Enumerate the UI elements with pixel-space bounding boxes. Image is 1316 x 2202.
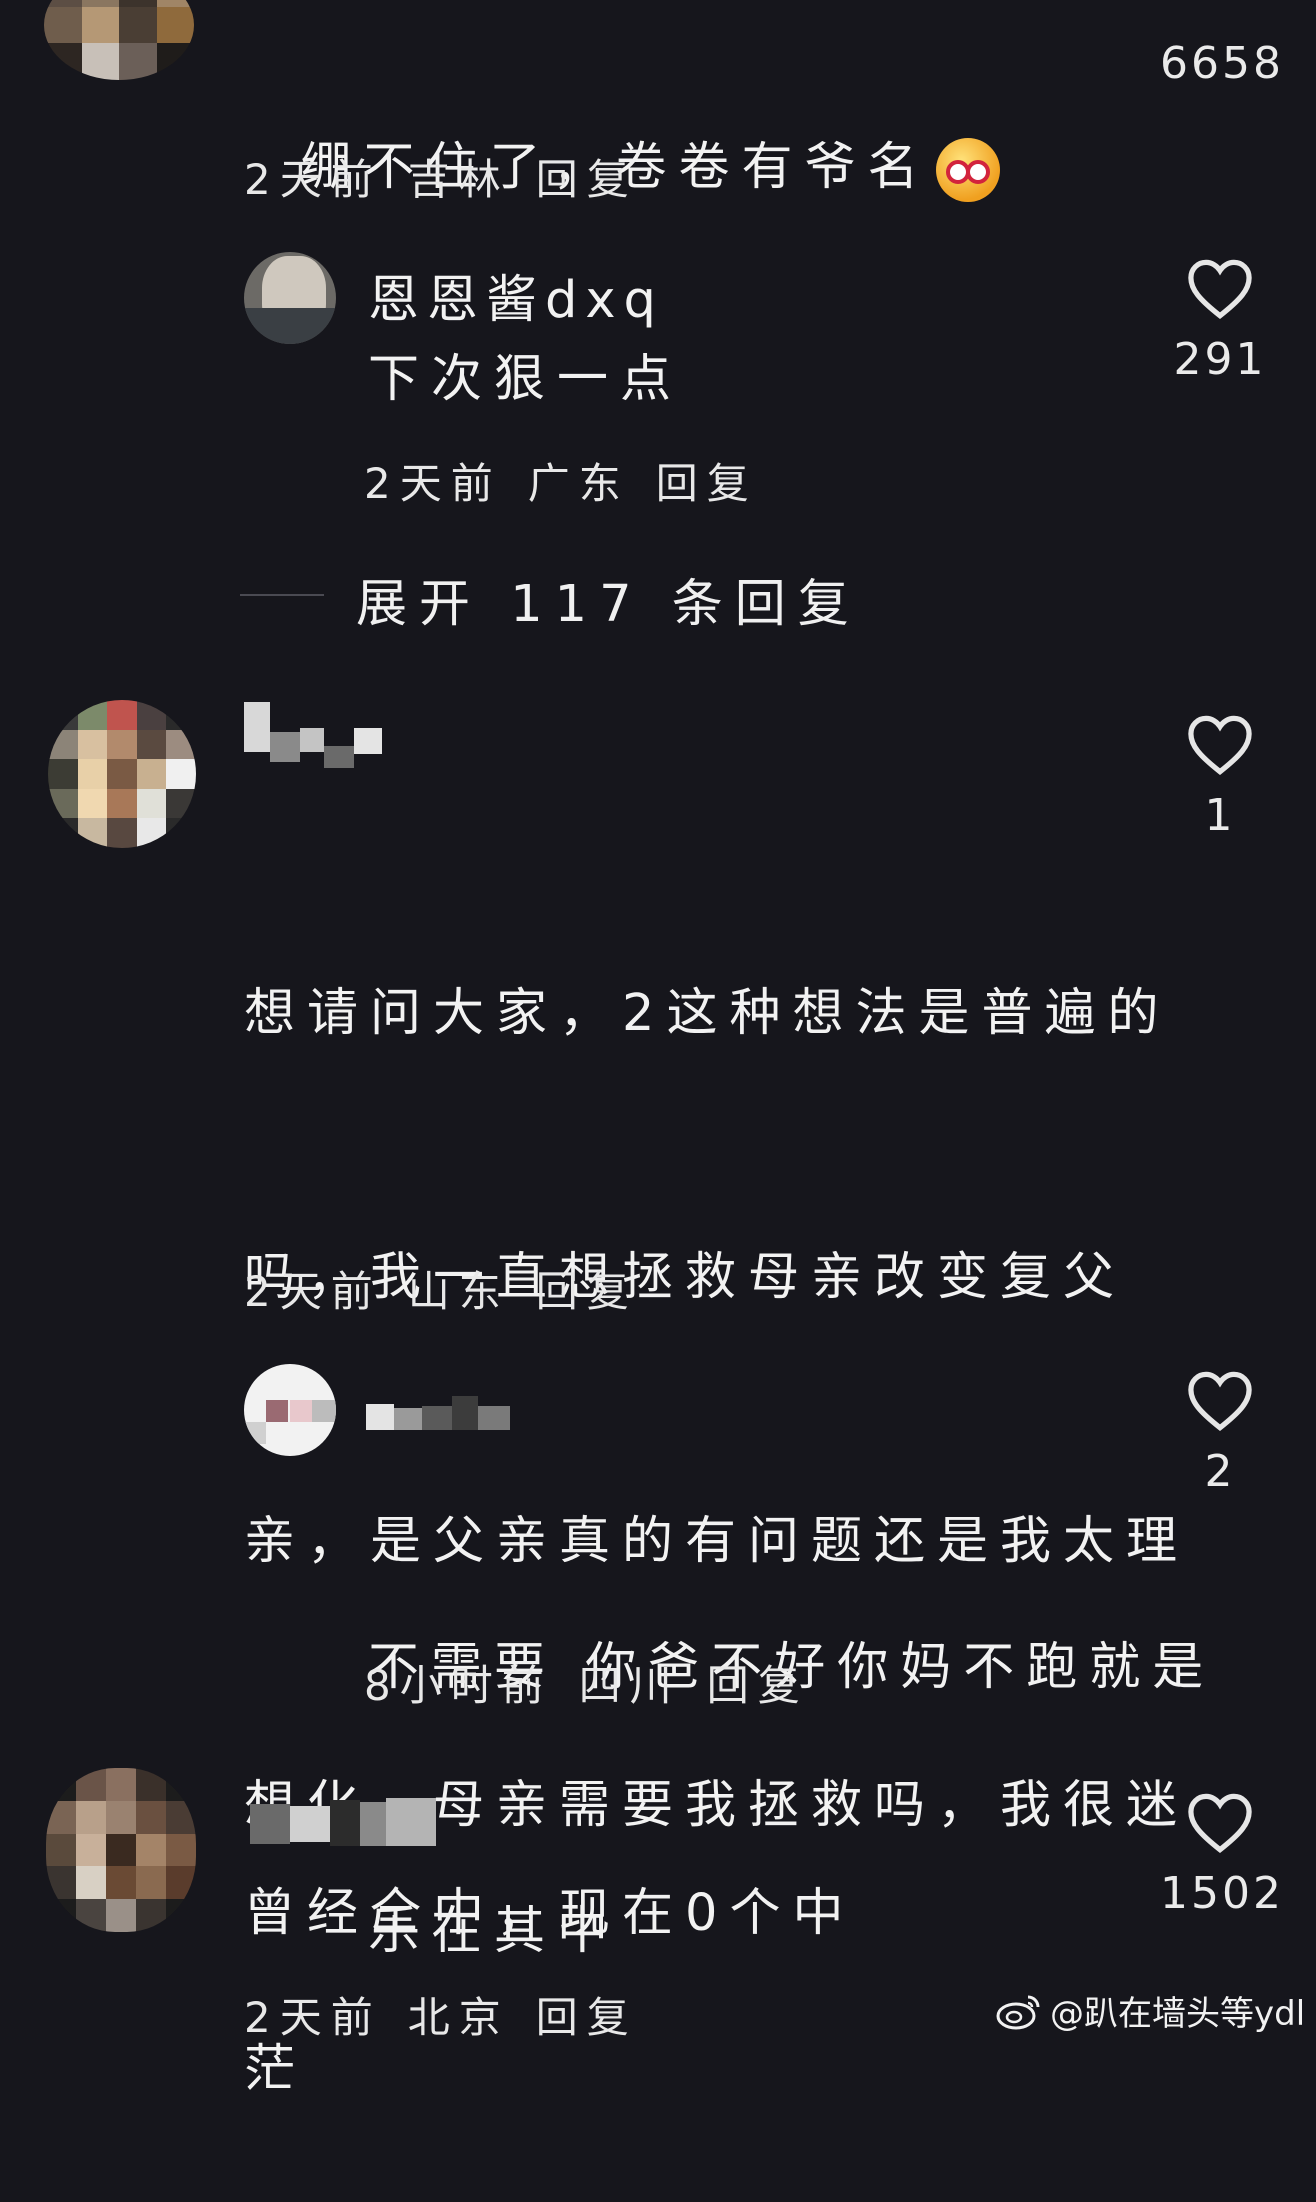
comment-meta: 2天前 山东 回复 xyxy=(244,1258,638,1319)
location: 山东 xyxy=(407,1267,510,1316)
heart-icon xyxy=(1188,715,1252,775)
like-button[interactable]: 1502 xyxy=(1160,1790,1284,1919)
like-button[interactable]: 2 xyxy=(1160,1368,1280,1497)
comment-meta: 2天前 吉林 回复 xyxy=(244,146,638,207)
like-count: 1502 xyxy=(1160,1868,1284,1919)
comment-line: 想请问大家，2这种想法是普遍的 xyxy=(244,984,1171,1043)
expand-divider xyxy=(240,594,324,596)
timestamp: 2天前 xyxy=(364,459,502,508)
like-button[interactable]: 291 xyxy=(1160,256,1280,385)
heart-icon xyxy=(1188,259,1252,319)
laughing-face-icon xyxy=(936,138,1001,202)
comment-text: 曾经全中，现在0个中 xyxy=(244,1884,856,1943)
weibo-logo-icon xyxy=(996,1995,1040,2029)
like-button[interactable]: 1 xyxy=(1160,712,1280,841)
like-counter[interactable]: 6658 xyxy=(1160,38,1284,89)
like-count: 2 xyxy=(1204,1446,1236,1497)
username-censored[interactable] xyxy=(244,702,382,768)
reply-button[interactable]: 回复 xyxy=(536,1258,638,1319)
comment-meta: 2天前 北京 回复 xyxy=(244,1984,638,2045)
reply-button[interactable]: 回复 xyxy=(656,450,758,511)
reply-text: 下次狠一点 xyxy=(368,350,684,409)
reply-button[interactable]: 回复 xyxy=(707,1652,809,1713)
like-count: 1 xyxy=(1204,790,1236,841)
avatar[interactable] xyxy=(44,0,194,80)
like-count: 291 xyxy=(1173,334,1267,385)
heart-icon xyxy=(1188,1793,1252,1853)
avatar[interactable] xyxy=(46,1768,196,1932)
timestamp: 2天前 xyxy=(244,155,382,204)
avatar[interactable] xyxy=(244,252,336,344)
reply-text: 不需要 你爸不好你妈不跑就是 乐在其中 xyxy=(368,1448,1215,2064)
timestamp: 2天前 xyxy=(244,1993,382,2042)
timestamp: 8小时前 xyxy=(364,1661,553,1710)
timestamp: 2天前 xyxy=(244,1267,382,1316)
reply-meta: 2天前 广东 回复 xyxy=(364,450,758,511)
location: 吉林 xyxy=(407,155,510,204)
reply-username[interactable]: 恩恩酱dxq xyxy=(368,258,664,332)
username-censored[interactable] xyxy=(366,1386,510,1430)
watermark: @趴在墙头等ydl xyxy=(996,1986,1305,2035)
avatar[interactable] xyxy=(48,700,196,848)
location: 北京 xyxy=(407,1993,510,2042)
reply-button[interactable]: 回复 xyxy=(536,146,638,207)
heart-icon xyxy=(1188,1371,1252,1431)
reply-meta: 8小时前 四川 回复 xyxy=(364,1652,809,1713)
location: 广东 xyxy=(527,459,630,508)
like-count: 6658 xyxy=(1160,38,1284,89)
expand-replies-button[interactable]: 展开 117 条回复 xyxy=(356,562,861,636)
watermark-text: @趴在墙头等ydl xyxy=(1050,1994,1306,2034)
location: 四川 xyxy=(578,1661,681,1710)
reply-button[interactable]: 回复 xyxy=(536,1984,638,2045)
username-censored[interactable] xyxy=(250,1796,436,1848)
avatar[interactable] xyxy=(244,1364,336,1456)
